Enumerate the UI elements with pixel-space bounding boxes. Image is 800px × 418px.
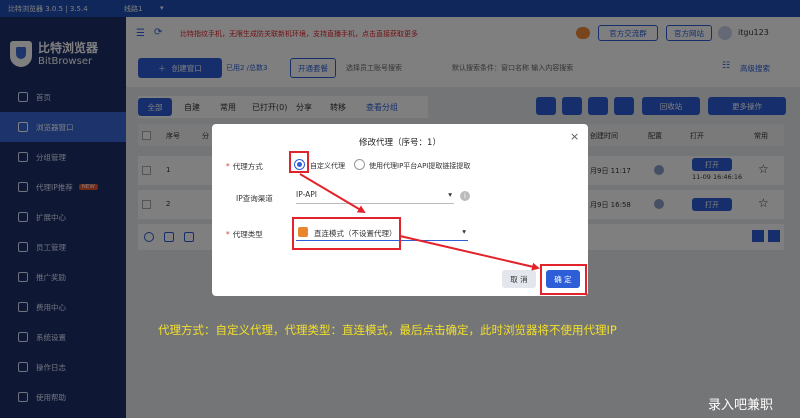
annotation-box-proxy-type [292,217,401,250]
cancel-button[interactable]: 取 消 [502,270,536,288]
instruction-note: 代理方式：自定义代理，代理类型：直连模式，最后点击确定，此时浏览器将不使用代理I… [158,323,617,337]
api-proxy-label[interactable]: 使用代理IP平台API提取链接提取 [369,161,470,171]
info-icon[interactable]: i [460,191,470,201]
annotation-box-confirm [540,264,587,295]
edit-proxy-dialog: 修改代理（序号：1） × * 代理方式 自定义代理 使用代理IP平台API提取链接… [212,124,588,296]
close-icon[interactable]: × [570,130,579,143]
ip-channel-label: IP查询渠道 [236,194,273,203]
api-proxy-radio[interactable] [354,159,365,170]
watermark: 录入吧兼职 [708,398,774,413]
proxy-method-label: * 代理方式 [226,162,263,171]
ip-channel-select[interactable]: IP-API ▾ [296,190,454,204]
dialog-title: 修改代理（序号：1） [359,138,441,148]
proxy-type-label: * 代理类型 [226,230,263,239]
annotation-box-radio [289,151,309,173]
custom-proxy-label[interactable]: 自定义代理 [310,161,345,171]
